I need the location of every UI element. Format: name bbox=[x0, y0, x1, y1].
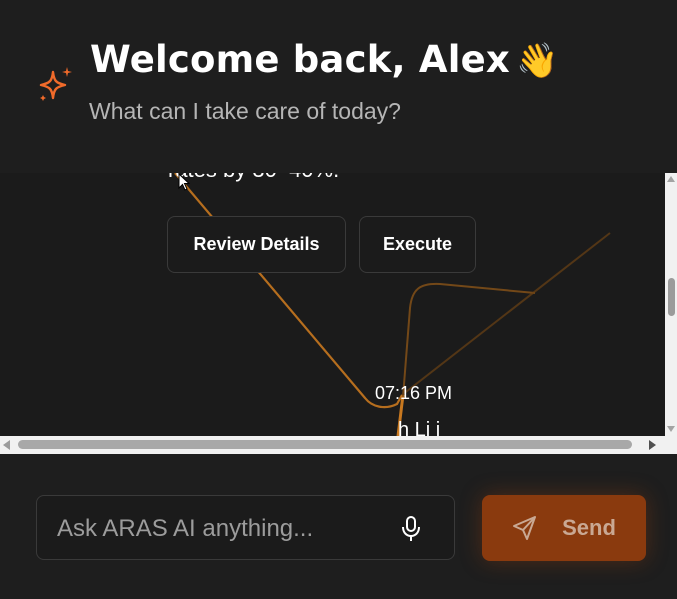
review-details-button[interactable]: Review Details bbox=[167, 216, 346, 273]
send-plane-icon bbox=[513, 516, 537, 540]
sparkle-icon bbox=[39, 67, 72, 101]
scroll-up-arrow-icon[interactable] bbox=[667, 176, 675, 182]
page-title: Welcome back, Alex 👋 bbox=[90, 38, 559, 81]
partial-message-text: h Li i bbox=[398, 419, 441, 436]
scroll-right-arrow-icon[interactable] bbox=[649, 440, 656, 450]
vertical-scrollbar[interactable] bbox=[665, 173, 677, 436]
horizontal-scroll-thumb[interactable] bbox=[18, 440, 632, 449]
execute-button[interactable]: Execute bbox=[359, 216, 476, 273]
clipped-message-text: rates by 30–40%. bbox=[168, 173, 339, 183]
send-button[interactable]: Send bbox=[482, 495, 646, 561]
message-input-container[interactable] bbox=[36, 495, 455, 561]
message-input[interactable] bbox=[55, 496, 379, 561]
title-text: Welcome back, Alex bbox=[90, 38, 510, 81]
vertical-scroll-thumb[interactable] bbox=[668, 278, 675, 316]
waving-hand-icon: 👋 bbox=[515, 41, 559, 81]
welcome-header: Welcome back, Alex 👋 What can I take care… bbox=[0, 0, 677, 173]
send-button-label: Send bbox=[562, 515, 616, 540]
composer-bar: Send bbox=[0, 454, 677, 599]
mouse-cursor-icon bbox=[178, 173, 190, 191]
page-subtitle: What can I take care of today? bbox=[89, 98, 401, 124]
horizontal-scrollbar[interactable] bbox=[0, 436, 677, 454]
decorative-lines bbox=[174, 173, 611, 436]
scroll-down-arrow-icon[interactable] bbox=[667, 426, 675, 432]
scroll-left-arrow-icon[interactable] bbox=[3, 440, 10, 450]
microphone-icon[interactable] bbox=[400, 516, 422, 542]
message-timestamp: 07:16 PM bbox=[375, 383, 453, 403]
app-window: Welcome back, Alex 👋 What can I take care… bbox=[0, 0, 677, 599]
chat-scroll-area[interactable]: rates by 30–40%. Review Details Execute … bbox=[0, 173, 665, 436]
